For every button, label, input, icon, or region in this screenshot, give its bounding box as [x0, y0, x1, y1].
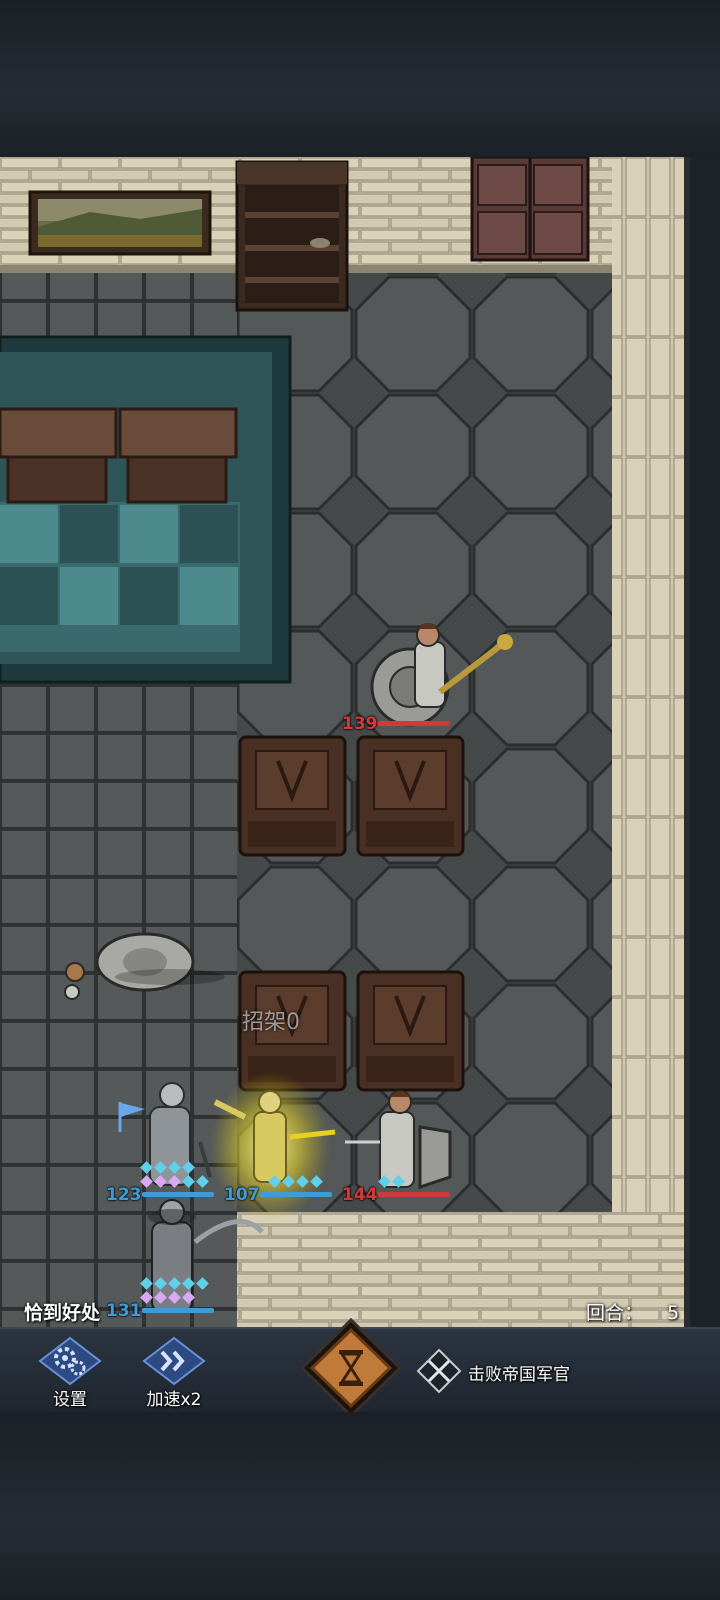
parry-floating-text: 招架0 — [242, 1010, 300, 1035]
landscape-painting — [28, 190, 212, 256]
game-screen: 139 144 123 107 131 招架0 恰到好处 回合： 5 设置 加速… — [0, 0, 720, 1600]
round-label: 回合： — [586, 1302, 644, 1324]
round-value: 5 — [667, 1302, 680, 1324]
wooden-door — [470, 157, 590, 262]
settings-label: 设置 — [53, 1390, 87, 1410]
objective-text: 击败帝国军官 — [468, 1365, 570, 1385]
hourglass-icon — [299, 1317, 403, 1419]
round-counter: 回合： 5 — [586, 1298, 679, 1325]
east-wall — [612, 157, 684, 1327]
objective-panel[interactable]: 击败帝国军官 — [416, 1348, 706, 1394]
enemy-officer-hp-bar — [378, 721, 450, 726]
speed-button[interactable]: 加速x2 — [132, 1336, 216, 1410]
top-letterbox — [0, 0, 720, 157]
crossed-swords-icon — [416, 1348, 462, 1394]
double-chevron-icon — [142, 1336, 206, 1386]
teal-rug — [0, 335, 292, 684]
bottom-letterbox — [0, 1412, 720, 1600]
hero-two-hp: 107 — [224, 1185, 260, 1205]
hero-one-hp: 123 — [106, 1185, 142, 1205]
hero-three-hp-bar — [142, 1308, 214, 1313]
settings-button[interactable]: 设置 — [28, 1336, 112, 1410]
enemy-officer-hp: 139 — [342, 714, 378, 734]
bookshelf — [235, 160, 349, 312]
gears-icon — [38, 1336, 102, 1386]
hero-three-hp: 131 — [106, 1301, 142, 1321]
hero-one-hp-bar — [142, 1192, 214, 1197]
enemy-guard-hp-bar — [378, 1192, 450, 1197]
speed-label: 加速x2 — [146, 1390, 202, 1410]
hero-two-hp-bar — [260, 1192, 332, 1197]
combat-status-text: 恰到好处 — [24, 1302, 101, 1324]
end-turn-button[interactable] — [296, 1317, 406, 1419]
enemy-guard-hp: 144 — [342, 1185, 378, 1205]
battle-map[interactable] — [0, 157, 720, 1327]
